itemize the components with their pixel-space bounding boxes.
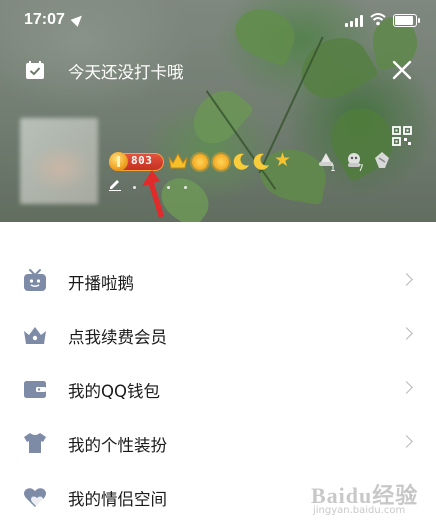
badge-icon[interactable] <box>371 150 393 170</box>
vip-crown-icon <box>24 327 46 344</box>
avatar[interactable] <box>20 118 98 204</box>
annotation-arrow <box>142 170 164 218</box>
tshirt-icon <box>24 433 46 453</box>
badge-count: 7 <box>358 164 364 174</box>
sun-level-icon <box>192 154 208 170</box>
battery-fill <box>395 16 413 25</box>
wallet-icon <box>24 381 46 398</box>
watermark-sub: jingyan.baidu.com <box>313 505 406 516</box>
edit-signature-icon[interactable] <box>108 177 122 191</box>
menu-label: 我的个性装扮 <box>68 436 167 455</box>
level-value: 803 <box>131 154 153 167</box>
baidu-watermark: Baidu经验 jingyan.baidu.com <box>305 478 433 524</box>
badge-count: 1 <box>330 164 336 174</box>
status-bar: 17:07 <box>0 0 436 40</box>
sun-level-icon <box>213 154 229 170</box>
tv-icon <box>24 269 46 291</box>
menu-item-live[interactable]: 开播啦鹅 <box>0 254 436 308</box>
level-coin-icon <box>109 152 128 171</box>
chevron-right-icon <box>400 273 413 286</box>
battery-icon <box>393 14 420 27</box>
menu-item-wallet[interactable]: 我的QQ钱包 <box>0 362 436 416</box>
chevron-right-icon <box>400 435 413 448</box>
couple-heart-icon <box>24 488 46 507</box>
menu-label: 我的情侣空间 <box>68 490 167 509</box>
location-arrow-icon <box>70 12 86 27</box>
menu-label: 点我续费会员 <box>68 328 167 347</box>
menu-item-vip[interactable]: 点我续费会员 <box>0 308 436 362</box>
qr-code-icon[interactable] <box>392 126 412 146</box>
profile-header: 17:07 今天还没打卡哦 803 ★ 1 7 <box>0 0 436 222</box>
menu-item-dressup[interactable]: 我的个性装扮 <box>0 416 436 470</box>
star-level-icon: ★ <box>274 149 292 171</box>
menu-label: 开播啦鹅 <box>68 274 134 293</box>
close-icon[interactable] <box>392 60 412 80</box>
wifi-icon <box>370 13 386 26</box>
chevron-right-icon <box>400 381 413 394</box>
status-time: 17:07 <box>24 11 65 28</box>
chevron-right-icon <box>400 327 413 340</box>
calendar-check-icon[interactable] <box>25 60 45 80</box>
checkin-prompt[interactable]: 今天还没打卡哦 <box>68 59 184 83</box>
moon-level-icon <box>233 153 249 170</box>
menu-label: 我的QQ钱包 <box>68 382 160 401</box>
signature-placeholder <box>133 186 136 189</box>
signature-placeholder <box>184 186 187 189</box>
cellular-signal-icon <box>345 15 365 27</box>
moon-level-icon <box>253 153 269 170</box>
